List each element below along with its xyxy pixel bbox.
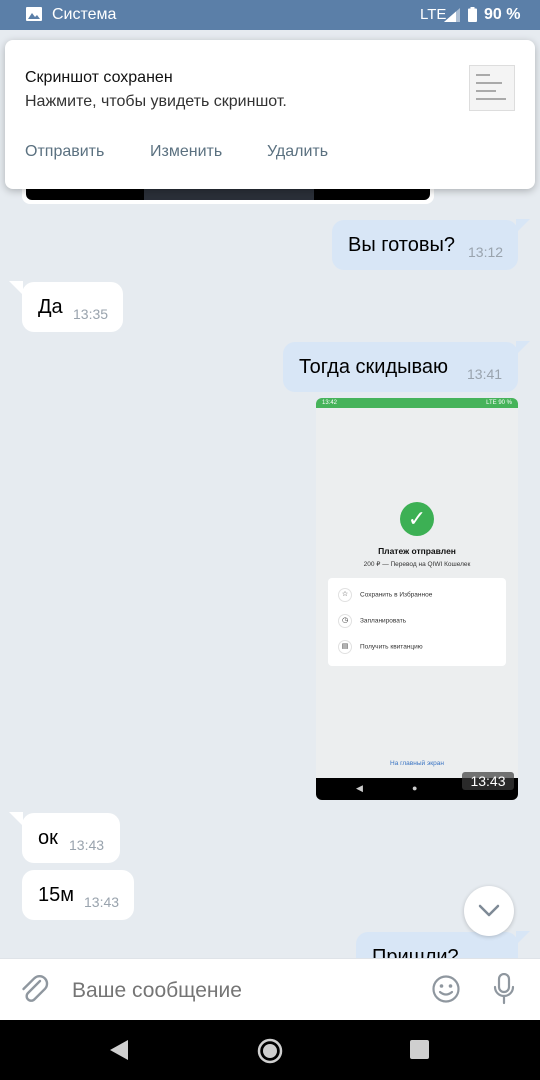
screenshot-thumbnail[interactable] (469, 65, 515, 111)
paperclip-icon[interactable] (20, 974, 50, 1006)
message-text: ок (38, 827, 58, 849)
message-time: 13:43 (84, 894, 120, 910)
notification-delete-button[interactable]: Удалить (267, 143, 328, 161)
status-app-name: Система (52, 6, 117, 23)
message-time: 13:43 (69, 837, 105, 853)
chevron-down-icon (478, 904, 500, 917)
shot-option: Получить квитанцию (360, 643, 423, 651)
shot-title: Платеж отправлен (378, 546, 456, 556)
star-icon: ☆ (338, 588, 352, 602)
shot-option: Сохранить в Избранное (360, 591, 433, 599)
notification-title: Скриншот сохранен (25, 69, 173, 86)
screenshot-notification[interactable]: Скриншот сохранен Нажмите, чтобы увидеть… (5, 40, 535, 189)
message-outgoing[interactable]: Вы готовы? 13:12 (332, 220, 518, 270)
notification-edit-button[interactable]: Изменить (150, 143, 222, 161)
message-text: Вы готовы? (348, 234, 455, 256)
image-icon (26, 7, 42, 21)
shot-subtitle: 200 ₽ — Перевод на QIWI Кошелек (363, 561, 471, 568)
message-text: Да (38, 296, 63, 318)
shot-status-time: 13:42 (322, 400, 338, 406)
shot-status-right: LTE 90 % (486, 400, 512, 406)
back-icon[interactable] (108, 1039, 130, 1061)
message-time: 13:41 (467, 366, 503, 382)
message-text: 15м (38, 884, 74, 906)
network-type: LTE (420, 6, 447, 23)
scroll-down-button[interactable] (464, 886, 514, 936)
status-bar: Система LTE 90 % (0, 0, 540, 30)
emoji-icon[interactable] (431, 974, 461, 1004)
message-input[interactable] (72, 979, 392, 1003)
recent-apps-icon[interactable] (410, 1040, 429, 1059)
signal-icon (444, 8, 460, 22)
battery-percent: 90 % (484, 6, 521, 23)
message-text: Тогда скидываю (299, 356, 449, 378)
message-text: Пришли? (372, 946, 459, 958)
notification-send-button[interactable]: Отправить (25, 143, 104, 161)
shot-option: Запланировать (360, 617, 407, 625)
shot-home-link: На главный экран (390, 760, 444, 767)
microphone-icon[interactable] (493, 973, 515, 1005)
message-outgoing[interactable]: Пришли? (356, 932, 518, 958)
shot-options-card: ☆ Сохранить в Избранное ◷ Запланировать ▤ П… (328, 578, 506, 666)
notification-body: Нажмите, чтобы увидеть скриншот. (25, 93, 287, 110)
message-incoming[interactable]: 15м 13:43 (22, 870, 134, 920)
message-time: 13:35 (73, 306, 109, 322)
image-message[interactable]: 13:42 LTE 90 % ✓ Платеж отправлен 200 ₽ … (316, 398, 518, 800)
message-time: 13:43 (462, 772, 514, 790)
receipt-icon: ▤ (338, 640, 352, 654)
back-icon: ◀ (356, 783, 363, 793)
message-incoming[interactable]: ок 13:43 (22, 813, 120, 863)
message-composer (0, 958, 540, 1020)
system-nav-bar (0, 1020, 540, 1080)
home-icon[interactable] (257, 1038, 283, 1064)
check-icon: ✓ (400, 502, 434, 536)
message-incoming[interactable]: Да 13:35 (22, 282, 123, 332)
message-time: 13:12 (468, 244, 504, 260)
message-outgoing[interactable]: Тогда скидываю 13:41 (283, 342, 518, 392)
home-icon: ● (412, 783, 418, 793)
clock-icon: ◷ (338, 614, 352, 628)
battery-icon (468, 7, 477, 22)
